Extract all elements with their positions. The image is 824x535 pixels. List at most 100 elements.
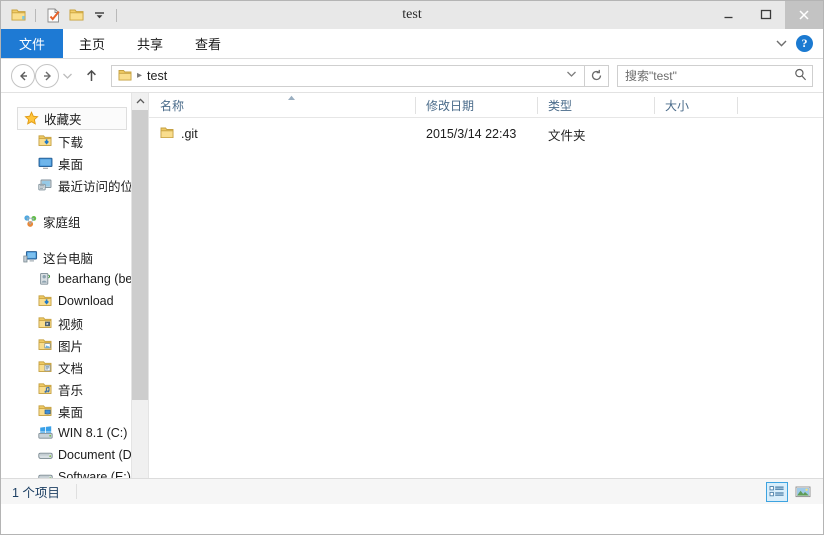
star-icon (24, 111, 44, 126)
quick-access-toolbar (1, 1, 121, 29)
column-header-name[interactable]: 名称 (149, 93, 415, 118)
sidebar-item-documents[interactable]: 文档 (1, 356, 131, 378)
sidebar-item-desktop[interactable]: 桌面 (1, 152, 131, 174)
search-input[interactable]: 搜索"test" (625, 67, 794, 84)
tab-home[interactable]: 主页 (63, 29, 121, 58)
chevron-down-icon[interactable] (89, 5, 109, 25)
chevron-down-icon[interactable] (562, 70, 580, 81)
sidebar-item-label: 家庭组 (43, 215, 81, 230)
sidebar-item-this-pc[interactable]: 这台电脑 (1, 246, 131, 268)
tab-view[interactable]: 查看 (179, 29, 237, 58)
pictures-folder-icon (38, 338, 58, 352)
column-label: 名称 (160, 98, 185, 113)
view-mode-buttons (766, 481, 823, 502)
toolbar-separator-2 (116, 8, 117, 22)
sidebar-item-pictures[interactable]: 图片 (1, 334, 131, 356)
sidebar-item-bearhang[interactable]: bearhang (bear (1, 268, 131, 290)
sidebar-item-download[interactable]: Download (1, 290, 131, 312)
sidebar-item-label: 音乐 (58, 383, 84, 398)
scrollbar-thumb[interactable] (132, 110, 148, 400)
folder-icon[interactable] (8, 5, 28, 25)
sidebar-item-label: 下载 (58, 135, 84, 150)
sidebar-item-label: 图片 (58, 339, 84, 354)
folder-icon (118, 69, 132, 82)
chevron-down-icon[interactable] (775, 37, 788, 51)
column-headers: 名称 修改日期 类型 大小 (149, 93, 823, 118)
search-icon[interactable] (794, 68, 807, 84)
sidebar-item-homegroup[interactable]: 家庭组 (1, 210, 131, 232)
music-folder-icon (38, 382, 58, 396)
sidebar-item-label: 桌面 (58, 157, 84, 172)
help-button[interactable]: ? (796, 35, 813, 52)
minimize-button[interactable] (709, 1, 747, 29)
sidebar-item-label: 文档 (58, 361, 84, 376)
properties-icon[interactable] (43, 5, 63, 25)
sidebar-item-music[interactable]: 音乐 (1, 378, 131, 400)
search-box[interactable]: 搜索"test" (617, 64, 813, 87)
windows-drive-icon (38, 426, 58, 440)
title-bar: test (1, 1, 823, 29)
column-header-date[interactable]: 修改日期 (415, 93, 537, 118)
sidebar-item-label: 最近访问的位置 (58, 179, 131, 194)
folder-icon (160, 126, 175, 143)
drive-icon (38, 448, 58, 462)
nav-group-spacer-1 (1, 196, 131, 210)
status-bar: 1 个项目 (1, 478, 823, 504)
explorer-body: 收藏夹 下载 桌面 最近访问的 家庭组 这台电脑 bearhang (b Dow… (1, 92, 823, 504)
ribbon-controls: ? (775, 29, 823, 58)
sidebar-item-win-drive[interactable]: WIN 8.1 (C:) (1, 422, 131, 444)
nav-top-spacer (1, 93, 131, 107)
sidebar-item-desktop-pc[interactable]: 桌面 (1, 400, 131, 422)
download-folder-icon (38, 294, 58, 308)
videos-folder-icon (38, 316, 58, 330)
forward-arrow-icon[interactable] (35, 63, 59, 88)
sidebar-item-label: 收藏夹 (44, 113, 82, 127)
status-divider (75, 484, 77, 499)
table-row[interactable]: .git 2015/3/14 22:43 文件夹 (149, 123, 823, 145)
sidebar-item-label: 桌面 (58, 405, 84, 420)
file-name: .git (181, 127, 198, 141)
sidebar-item-recent-places[interactable]: 最近访问的位置 (1, 174, 131, 196)
address-field[interactable]: ▸ test (111, 64, 585, 87)
column-label: 大小 (665, 98, 690, 113)
large-icons-view-icon[interactable] (792, 482, 814, 502)
sidebar-item-label: 这台电脑 (43, 251, 94, 266)
address-bar: ▸ test 搜索"test" (1, 59, 823, 92)
sidebar-item-document-drive[interactable]: Document (D:) (1, 444, 131, 466)
this-pc-icon (23, 250, 43, 264)
history-dropdown-icon[interactable] (59, 64, 75, 88)
desktop-folder-icon (38, 404, 58, 418)
user-folder-icon (38, 272, 58, 286)
download-folder-icon (38, 134, 58, 148)
sidebar-item-favorites[interactable]: 收藏夹 (17, 107, 127, 130)
sidebar-item-label: 视频 (58, 317, 84, 332)
up-arrow-icon[interactable] (79, 64, 103, 88)
tab-share[interactable]: 共享 (121, 29, 179, 58)
column-header-type[interactable]: 类型 (537, 93, 654, 118)
column-header-size[interactable]: 大小 (654, 93, 737, 118)
breadcrumb-separator[interactable]: ▸ (136, 70, 147, 81)
sidebar-item-label: WIN 8.1 (C:) (58, 426, 128, 440)
refresh-icon[interactable] (585, 64, 609, 87)
sidebar-item-label: Document (D:) (58, 448, 131, 462)
close-button[interactable] (785, 1, 823, 29)
sidebar-item-downloads[interactable]: 下载 (1, 130, 131, 152)
nav-tree: 收藏夹 下载 桌面 最近访问的 家庭组 这台电脑 bearhang (b Dow… (1, 93, 131, 504)
nav-scrollbar[interactable] (131, 93, 148, 504)
sidebar-item-label: bearhang (bear (58, 272, 131, 286)
file-list-pane: 名称 修改日期 类型 大小 .git 2015/3/14 22:43 文件夹 (149, 93, 823, 504)
tab-file[interactable]: 文件 (1, 29, 64, 58)
recent-places-icon (38, 178, 58, 192)
details-view-icon[interactable] (766, 481, 788, 502)
window-title: test (402, 7, 422, 22)
back-arrow-icon[interactable] (11, 63, 35, 88)
sort-ascending-icon (287, 94, 296, 103)
new-folder-icon[interactable] (66, 5, 86, 25)
column-label: 修改日期 (426, 98, 475, 113)
sidebar-item-videos[interactable]: 视频 (1, 312, 131, 334)
breadcrumb-path[interactable]: test (147, 69, 167, 83)
file-name-cell[interactable]: .git (149, 126, 415, 143)
file-date-cell: 2015/3/14 22:43 (426, 127, 517, 141)
chevron-up-icon[interactable] (132, 93, 148, 110)
maximize-button[interactable] (747, 1, 785, 29)
